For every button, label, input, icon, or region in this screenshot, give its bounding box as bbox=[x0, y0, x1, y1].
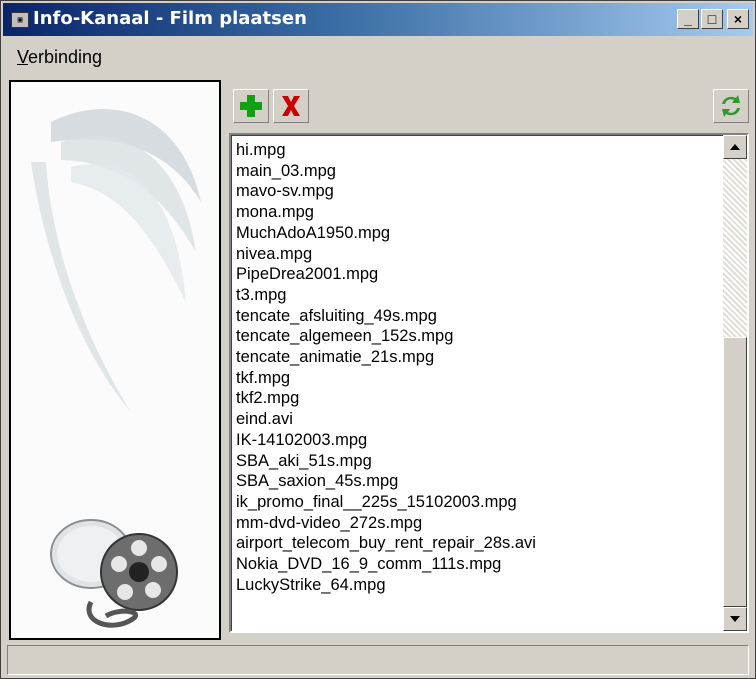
menu-bar: Verbinding bbox=[3, 39, 753, 71]
file-list-item[interactable]: LuckyStrike_64.mpg bbox=[232, 575, 723, 596]
file-list-item[interactable]: tkf2.mpg bbox=[232, 388, 723, 409]
delete-file-button[interactable] bbox=[273, 89, 309, 123]
file-list-item[interactable]: ik_promo_final__225s_15102003.mpg bbox=[232, 492, 723, 513]
app-window: ▣ Info-Kanaal - Film plaatsen _ □ × Verb… bbox=[0, 0, 756, 679]
file-list-item[interactable]: main_03.mpg bbox=[232, 161, 723, 182]
add-file-button[interactable] bbox=[233, 89, 269, 123]
file-list-item[interactable]: nivea.mpg bbox=[232, 244, 723, 265]
close-button[interactable]: × bbox=[727, 9, 749, 29]
file-list-item[interactable]: PipeDrea2001.mpg bbox=[232, 264, 723, 285]
list-toolbar bbox=[233, 89, 749, 125]
file-list-item[interactable]: MuchAdoA1950.mpg bbox=[232, 223, 723, 244]
file-list-item[interactable]: eind.avi bbox=[232, 409, 723, 430]
file-list-item[interactable]: airport_telecom_buy_rent_repair_28s.avi bbox=[232, 533, 723, 554]
file-list-item[interactable]: tkf.mpg bbox=[232, 368, 723, 389]
scrollbar-thumb[interactable] bbox=[723, 337, 747, 607]
vertical-scrollbar[interactable] bbox=[723, 135, 747, 631]
minimize-button[interactable]: _ bbox=[677, 9, 699, 29]
file-list-viewport: hi.mpg main_03.mpg mavo-sv.mpg mona.mpg Much… bbox=[231, 135, 723, 631]
file-list-item[interactable]: mm-dvd-video_272s.mpg bbox=[232, 513, 723, 534]
file-listbox[interactable]: hi.mpg main_03.mpg mavo-sv.mpg mona.mpg Much… bbox=[229, 133, 749, 633]
scroll-down-button[interactable] bbox=[723, 607, 747, 631]
file-list-item[interactable]: tencate_animatie_21s.mpg bbox=[232, 347, 723, 368]
delete-x-icon bbox=[282, 96, 300, 116]
file-list-item[interactable]: mavo-sv.mpg bbox=[232, 181, 723, 202]
file-list-item[interactable]: SBA_aki_51s.mpg bbox=[232, 451, 723, 472]
menu-verbinding[interactable]: Verbinding bbox=[17, 47, 102, 68]
scroll-down-arrow-icon bbox=[730, 616, 740, 622]
scroll-up-button[interactable] bbox=[723, 135, 747, 159]
status-bar bbox=[7, 645, 749, 675]
title-bar[interactable]: ▣ Info-Kanaal - Film plaatsen _ □ × bbox=[3, 3, 753, 36]
refresh-button[interactable] bbox=[713, 89, 749, 123]
maximize-button[interactable]: □ bbox=[701, 9, 723, 29]
scroll-up-arrow-icon bbox=[730, 144, 740, 150]
file-list: hi.mpg main_03.mpg mavo-sv.mpg mona.mpg Much… bbox=[232, 140, 723, 595]
file-list-item[interactable]: tencate_algemeen_152s.mpg bbox=[232, 326, 723, 347]
plus-icon bbox=[240, 95, 262, 117]
side-image-panel bbox=[9, 80, 221, 640]
refresh-icon bbox=[722, 95, 740, 117]
file-list-item[interactable]: Nokia_DVD_16_9_comm_111s.mpg bbox=[232, 554, 723, 575]
file-list-item[interactable]: t3.mpg bbox=[232, 285, 723, 306]
file-list-item[interactable]: tencate_afsluiting_49s.mpg bbox=[232, 306, 723, 327]
file-list-item[interactable]: hi.mpg bbox=[232, 140, 723, 161]
file-list-item[interactable]: SBA_saxion_45s.mpg bbox=[232, 471, 723, 492]
file-list-item[interactable]: mona.mpg bbox=[232, 202, 723, 223]
file-list-item[interactable]: IK-14102003.mpg bbox=[232, 430, 723, 451]
app-icon[interactable]: ▣ bbox=[11, 12, 29, 28]
decorative-swoosh-graphic bbox=[11, 82, 219, 638]
window-title: Info-Kanaal - Film plaatsen bbox=[33, 8, 307, 29]
